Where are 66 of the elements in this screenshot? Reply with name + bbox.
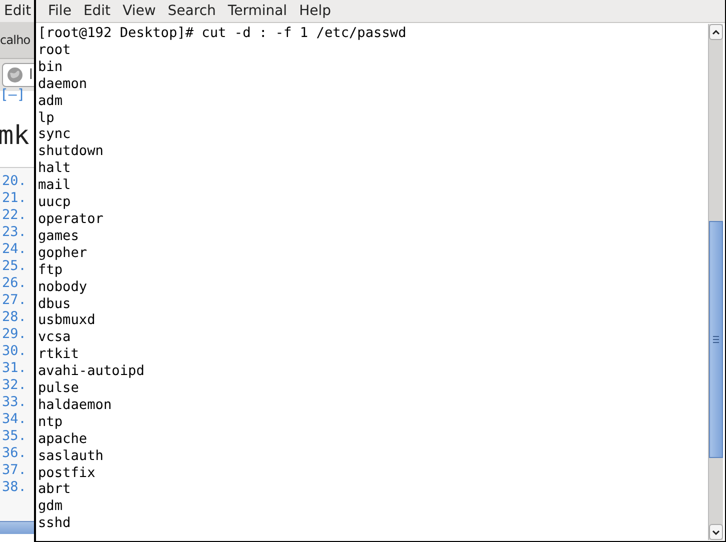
menu-item[interactable]: Terminal (222, 3, 294, 19)
line-number: 38. (2, 479, 28, 496)
terminal-line: lp (38, 110, 56, 126)
terminal-line: vcsa (38, 329, 72, 346)
line-number: 23. (2, 224, 28, 241)
line-number: 34. (2, 411, 28, 428)
globe-icon (7, 67, 23, 83)
menu-item[interactable]: File (42, 3, 78, 19)
terminal-line: avahi-autoipd (38, 363, 146, 380)
terminal-line: gopher (38, 244, 88, 262)
terminal-line: halt (38, 160, 72, 178)
terminal-line: mail (38, 177, 72, 194)
terminal-line: ntp (38, 414, 64, 431)
terminal-line: games (38, 228, 80, 245)
terminal-line: haldaemon (38, 396, 113, 414)
line-number: 29. (2, 326, 28, 343)
line-number: 30. (2, 343, 28, 360)
terminal-line: sync (38, 126, 72, 144)
terminal-line: apache (38, 430, 88, 448)
scroll-thumb[interactable] (709, 221, 723, 458)
chevron-up-icon (712, 30, 720, 34)
line-number: 25. (2, 258, 28, 275)
terminal-line: pulse (38, 380, 80, 397)
grip-icon (713, 336, 719, 343)
terminal-line: saslauth (38, 448, 104, 465)
scrollbar[interactable] (0, 521, 34, 534)
terminal-line: daemon (38, 76, 88, 93)
line-number: 31. (2, 360, 28, 377)
terminal-line: usbmuxd (38, 312, 96, 330)
menu-item[interactable]: Search (162, 3, 222, 19)
menu-item[interactable]: Help (293, 3, 337, 19)
menu-item[interactable]: Edit (77, 3, 117, 19)
line-number: 32. (2, 377, 28, 394)
terminal-line: shutdown (38, 143, 104, 160)
terminal-line: adm (38, 92, 64, 110)
line-number: 27. (2, 292, 28, 309)
line-number: 26. (2, 275, 28, 292)
terminal-line: dbus (38, 296, 72, 312)
terminal-line: abrt (38, 481, 72, 498)
scroll-down-button[interactable] (709, 524, 723, 540)
terminal-line: ftp (38, 262, 64, 279)
scrollbar[interactable] (708, 24, 723, 540)
line-number: 21. (2, 190, 28, 207)
line-number: 37. (2, 462, 28, 479)
terminal-line: sshd (38, 515, 72, 532)
address-field[interactable]: l (2, 63, 34, 87)
chevron-down-icon (712, 530, 720, 534)
terminal-line: nobody (38, 278, 88, 296)
line-number: 24. (2, 241, 28, 258)
terminal-line: [root@192 Desktop]# cut -d : -f 1 /etc/passwd (38, 25, 408, 42)
line-number: 35. (2, 428, 28, 445)
terminal-line: postfix (38, 464, 96, 482)
terminal-line: root (38, 42, 72, 59)
line-number: 33. (2, 394, 28, 411)
terminal-line: rtkit (38, 346, 80, 364)
menu-item[interactable]: View (116, 3, 162, 19)
line-number: 22. (2, 207, 28, 224)
collapse-link[interactable]: [–] (0, 89, 34, 99)
line-number: 20. (2, 173, 28, 190)
line-number: 28. (2, 309, 28, 326)
terminal-line: bin (38, 58, 64, 76)
terminal-line: uucp (38, 194, 72, 211)
scroll-up-button[interactable] (709, 24, 723, 40)
line-number: 36. (2, 445, 28, 462)
terminal-line: operator (38, 210, 104, 228)
terminal-line: gdm (38, 498, 64, 516)
